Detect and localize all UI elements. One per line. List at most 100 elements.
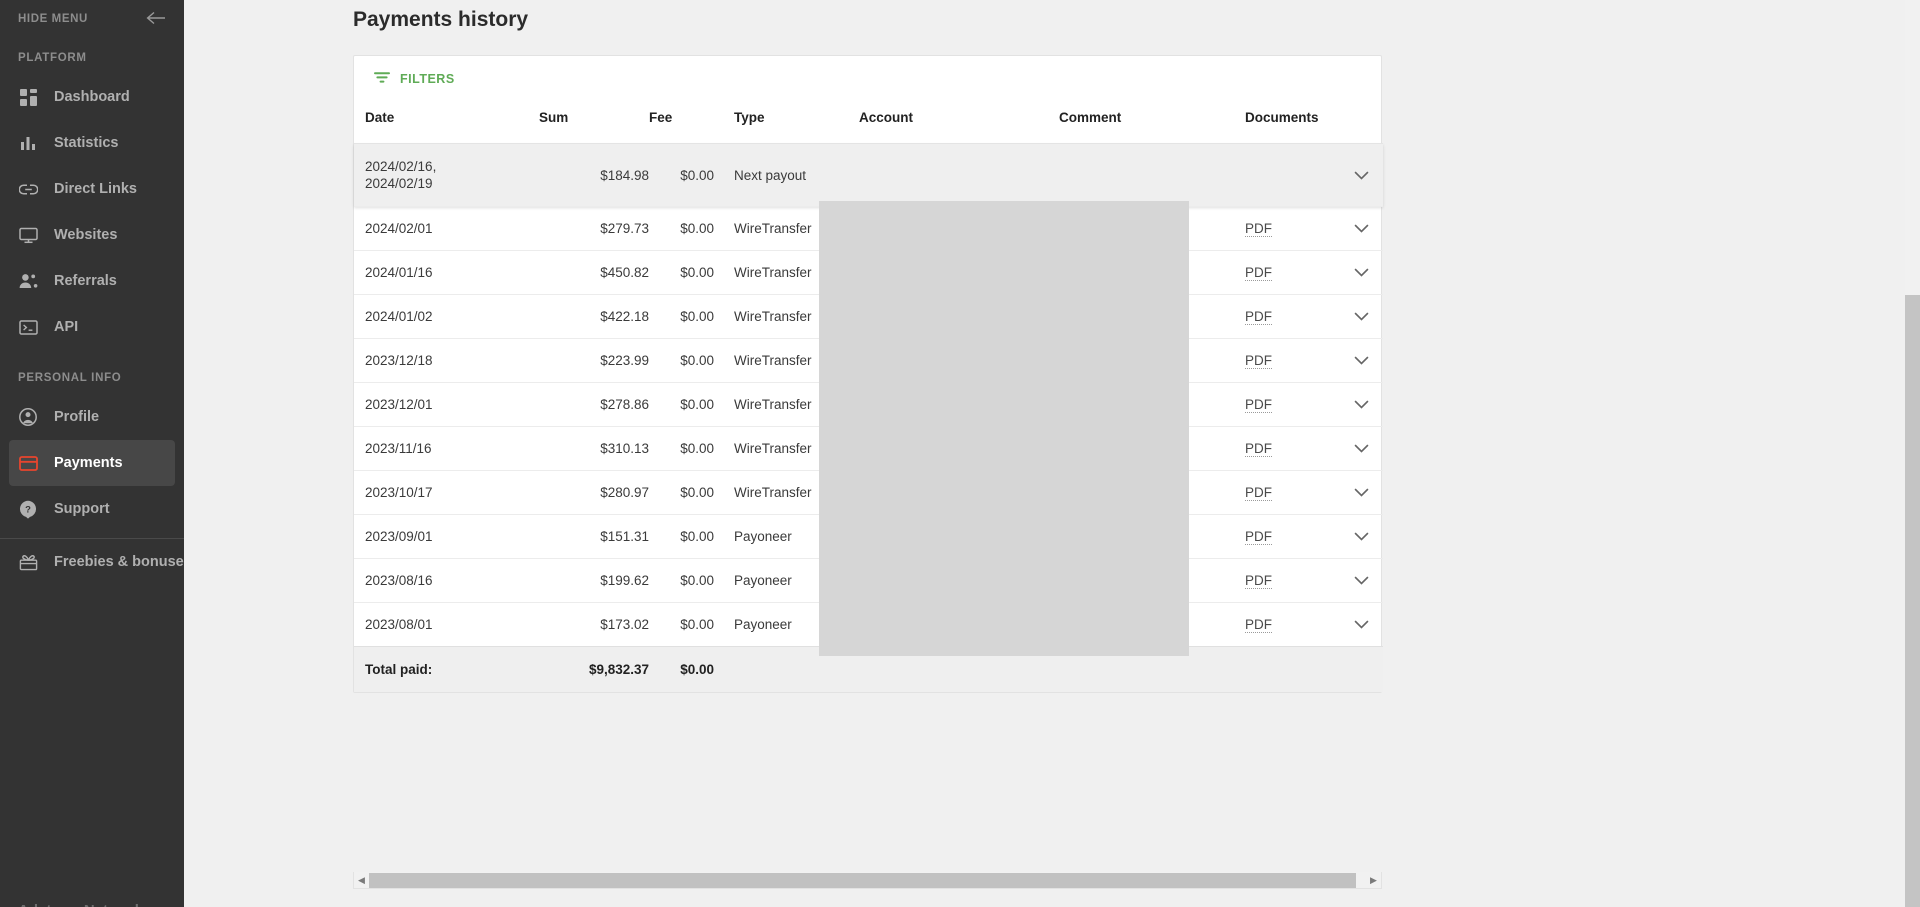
cell-date: 2023/09/01: [354, 514, 539, 559]
cell-sum: $223.99: [539, 338, 649, 383]
row-expand-button[interactable]: [1340, 558, 1383, 603]
row-expand-button[interactable]: [1340, 426, 1383, 471]
cell-fee: $0.00: [649, 143, 724, 207]
chevron-down-icon[interactable]: [1354, 441, 1369, 456]
cell-comment: [1059, 143, 1245, 207]
scroll-left-arrow-icon[interactable]: ◀: [354, 875, 369, 885]
table-row[interactable]: 2023/12/18 $223.99 $0.00 WireTransfer PDF: [354, 338, 1383, 383]
column-header-comment[interactable]: Comment: [1059, 102, 1245, 144]
sidebar-item-direct-links[interactable]: Direct Links: [9, 166, 175, 212]
table-row[interactable]: 2023/11/16 $310.13 $0.00 WireTransfer PDF: [354, 426, 1383, 471]
chevron-down-icon[interactable]: [1354, 397, 1369, 412]
sidebar-item-label: API: [54, 319, 79, 335]
column-header-sum[interactable]: Sum: [539, 102, 649, 144]
cell-comment: [1059, 602, 1245, 647]
table-row[interactable]: 2023/08/16 $199.62 $0.00 Payoneer PDF: [354, 558, 1383, 603]
cell-account: [859, 602, 1059, 647]
pdf-link[interactable]: PDF: [1245, 529, 1272, 545]
column-header-expand: [1340, 102, 1383, 144]
sidebar-item-profile[interactable]: Profile: [9, 394, 175, 440]
table-row[interactable]: 2023/12/01 $278.86 $0.00 WireTransfer PDF: [354, 382, 1383, 427]
row-expand-button[interactable]: [1340, 470, 1383, 515]
cell-documents: PDF: [1245, 470, 1340, 515]
table-row[interactable]: 2023/09/01 $151.31 $0.00 Payoneer PDF: [354, 514, 1383, 559]
sidebar-item-statistics[interactable]: Statistics: [9, 120, 175, 166]
horizontal-scroll-track[interactable]: [369, 872, 1366, 888]
sidebar-item-dashboard[interactable]: Dashboard: [9, 74, 175, 120]
chevron-down-icon[interactable]: [1354, 617, 1369, 632]
cell-type: WireTransfer: [724, 294, 859, 339]
row-date: 2024/01/16: [365, 265, 433, 280]
cell-sum: $280.97: [539, 470, 649, 515]
row-expand-button[interactable]: [1340, 294, 1383, 339]
sidebar-item-payments[interactable]: Payments: [9, 440, 175, 486]
pdf-link[interactable]: PDF: [1245, 485, 1272, 501]
sidebar: HIDE MENU PLATFORM Dashboard Statistics …: [0, 0, 184, 907]
row-expand-button[interactable]: [1340, 514, 1383, 559]
table-row[interactable]: 2023/08/01 $173.02 $0.00 Payoneer PDF: [354, 602, 1383, 647]
row-expand-button[interactable]: [1340, 382, 1383, 427]
sidebar-item-label: Payments: [54, 455, 123, 471]
pdf-link[interactable]: PDF: [1245, 573, 1272, 589]
chevron-down-icon[interactable]: [1354, 309, 1369, 324]
hide-menu-row[interactable]: HIDE MENU: [0, 0, 184, 30]
chevron-down-icon[interactable]: [1354, 168, 1369, 183]
column-header-documents[interactable]: Documents: [1245, 102, 1340, 144]
table-row[interactable]: 2024/01/16 $450.82 $0.00 WireTransfer PDF: [354, 250, 1383, 295]
horizontal-scrollbar[interactable]: ◀ ▶: [353, 872, 1382, 889]
filters-label: FILTERS: [400, 72, 455, 86]
sidebar-item-websites[interactable]: Websites: [9, 212, 175, 258]
cell-type: Next payout: [724, 143, 859, 207]
column-header-type[interactable]: Type: [724, 102, 859, 144]
table-row[interactable]: 2023/10/17 $280.97 $0.00 WireTransfer PDF: [354, 470, 1383, 515]
pdf-link[interactable]: PDF: [1245, 221, 1272, 237]
credit-card-icon: [18, 453, 38, 473]
pdf-link[interactable]: PDF: [1245, 397, 1272, 413]
filters-button[interactable]: FILTERS: [374, 71, 455, 87]
table-row[interactable]: 2024/01/02 $422.18 $0.00 WireTransfer PDF: [354, 294, 1383, 339]
pdf-link[interactable]: PDF: [1245, 441, 1272, 457]
cell-sum: $184.98: [539, 143, 649, 207]
row-date: 2024/02/01: [365, 221, 433, 236]
table-row[interactable]: 2024/02/16, 2024/02/19 $184.98 $0.00 Next pa…: [354, 143, 1383, 207]
filters-bar: FILTERS: [354, 56, 1381, 102]
vertical-scrollbar[interactable]: [1905, 0, 1920, 907]
chevron-down-icon[interactable]: [1354, 221, 1369, 236]
pdf-link[interactable]: PDF: [1245, 617, 1272, 633]
pdf-link[interactable]: PDF: [1245, 309, 1272, 325]
sidebar-item-api[interactable]: API: [9, 304, 175, 350]
chevron-down-icon[interactable]: [1354, 353, 1369, 368]
total-row: Total paid: $9,832.37 $0.00: [354, 646, 1383, 692]
chevron-down-icon[interactable]: [1354, 573, 1369, 588]
total-documents-empty: [1245, 646, 1340, 692]
cell-account: [859, 514, 1059, 559]
row-expand-button[interactable]: [1340, 602, 1383, 647]
sidebar-item-label: Profile: [54, 409, 100, 425]
cell-sum: $450.82: [539, 250, 649, 295]
sidebar-item-freebies-and-bonuses[interactable]: Freebies & bonuses: [9, 539, 184, 585]
column-header-account[interactable]: Account: [859, 102, 1059, 144]
table-body: 2024/02/16, 2024/02/19 $184.98 $0.00 Next pa…: [354, 143, 1383, 647]
row-expand-button[interactable]: [1340, 206, 1383, 251]
cell-type: WireTransfer: [724, 470, 859, 515]
sidebar-item-referrals[interactable]: Referrals: [9, 258, 175, 304]
column-header-date[interactable]: Date: [354, 102, 539, 144]
monitor-icon: [18, 225, 38, 245]
user-circle-icon: [18, 407, 38, 427]
scroll-right-arrow-icon[interactable]: ▶: [1366, 875, 1381, 885]
horizontal-scroll-thumb[interactable]: [369, 872, 1357, 888]
chevron-down-icon[interactable]: [1354, 265, 1369, 280]
row-expand-button[interactable]: [1340, 338, 1383, 383]
people-icon: [18, 271, 38, 291]
vertical-scroll-thumb[interactable]: [1905, 295, 1920, 907]
row-expand-button[interactable]: [1340, 143, 1383, 207]
pdf-link[interactable]: PDF: [1245, 353, 1272, 369]
chevron-down-icon[interactable]: [1354, 485, 1369, 500]
chevron-down-icon[interactable]: [1354, 529, 1369, 544]
table-row[interactable]: 2024/02/01 $279.73 $0.00 WireTransfer PDF: [354, 206, 1383, 251]
left-arrow-icon[interactable]: [146, 11, 166, 28]
pdf-link[interactable]: PDF: [1245, 265, 1272, 281]
row-expand-button[interactable]: [1340, 250, 1383, 295]
column-header-fee[interactable]: Fee: [649, 102, 724, 144]
sidebar-item-support[interactable]: ? Support: [9, 486, 175, 532]
